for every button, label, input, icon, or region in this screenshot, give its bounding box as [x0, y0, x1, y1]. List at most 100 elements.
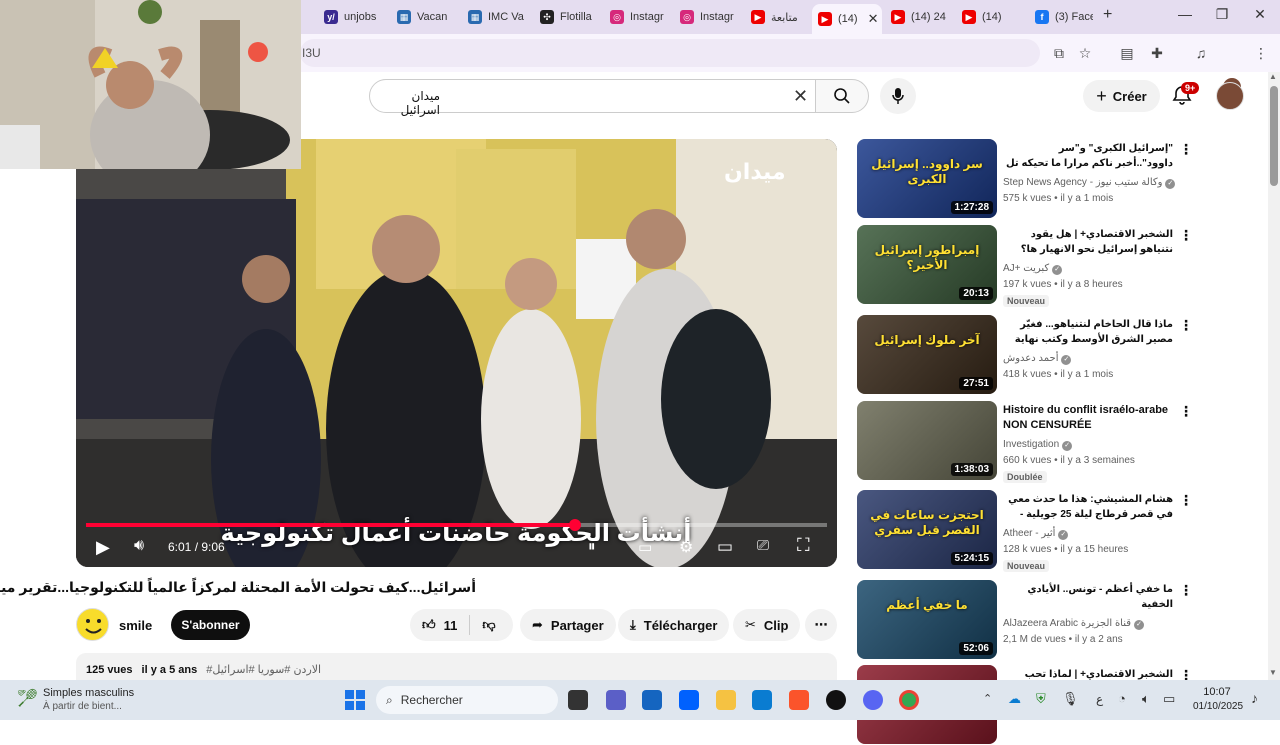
- address-bar[interactable]: I3U: [300, 39, 1040, 67]
- recommended-video[interactable]: ما خفي أعظم 52:06 ما خفي أعظم - تونس.. الأ…: [857, 580, 1217, 660]
- clip-button[interactable]: ✂ Clip: [733, 609, 801, 641]
- browser-tab[interactable]: ▶ متابعة: [745, 4, 809, 30]
- taskbar-search[interactable]: ⌕ Rechercher: [376, 686, 558, 714]
- file-explorer-icon[interactable]: [716, 690, 736, 710]
- close-window-button[interactable]: ✕: [1250, 6, 1270, 23]
- browser-tab[interactable]: ✣ Flotilla: [534, 4, 601, 30]
- create-button[interactable]: + Créer: [1083, 80, 1160, 112]
- volume-icon[interactable]: 🔊︎: [134, 537, 144, 555]
- install-app-icon[interactable]: ⧉: [1050, 44, 1068, 62]
- scroll-up-icon[interactable]: ▲: [1269, 72, 1277, 81]
- like-icon[interactable]: 👍︎: [422, 617, 436, 633]
- clear-search-icon[interactable]: ✕: [793, 86, 808, 107]
- task-view-icon[interactable]: [568, 690, 588, 710]
- clock-time[interactable]: 10:07: [1192, 686, 1242, 698]
- channel-avatar[interactable]: [76, 608, 109, 641]
- recommended-title[interactable]: Histoire du conflit israélo-arabe NON CE…: [1003, 403, 1173, 433]
- recommended-video[interactable]: إمبراطور إسرائيل الأخير؟ 20:13 الشخبر الاق…: [857, 225, 1217, 307]
- video-thumbnail[interactable]: ما خفي أعظم 52:06: [857, 580, 997, 659]
- video-thumbnail[interactable]: إمبراطور إسرائيل الأخير؟ 20:13: [857, 225, 997, 304]
- video-thumbnail[interactable]: احتجزت ساعات في القصر قبل سفري 5:24:15: [857, 490, 997, 569]
- fullscreen-icon[interactable]: ⛶: [797, 535, 810, 556]
- page-scrollbar[interactable]: ▲ ▼: [1268, 72, 1280, 680]
- tab-search-icon[interactable]: ▤: [1118, 44, 1136, 62]
- new-tab-button[interactable]: +: [1103, 6, 1112, 24]
- browser-menu-icon[interactable]: ⋮: [1252, 44, 1270, 62]
- recommended-title[interactable]: "إسرائيل الكبرى" و"سر داوود"..أخبر ناكم …: [1003, 141, 1173, 171]
- recommended-video[interactable]: آخر ملوك إسرائيل 27:51 ماذا قال الحاخام لن…: [857, 315, 1217, 395]
- recommended-title[interactable]: ماذا قال الحاخام لنتنياهو... فغيّر مصير …: [1003, 317, 1173, 347]
- tray-overflow-icon[interactable]: ⌃: [983, 692, 992, 705]
- more-vertical-icon[interactable]: ⋮: [1179, 141, 1193, 158]
- notification-center-icon[interactable]: ♪: [1251, 690, 1258, 706]
- recommended-title[interactable]: الشخبر الاقتصادي+ | هل يقود نتنياهو إسرا…: [1003, 227, 1173, 257]
- video-player[interactable]: ميدان أنشأت الحكومة حاضنات أعمال تكنولوج…: [76, 139, 837, 567]
- bookmark-star-icon[interactable]: ☆: [1076, 44, 1094, 62]
- video-thumbnail[interactable]: آخر ملوك إسرائيل 27:51: [857, 315, 997, 394]
- settings-gear-icon[interactable]: ⚙: [679, 537, 693, 557]
- recommended-video[interactable]: احتجزت ساعات في القصر قبل سفري 5:24:15 هشا…: [857, 490, 1217, 572]
- autoplay-toggle-icon[interactable]: ⏸: [588, 538, 596, 555]
- play-icon[interactable]: ▶: [96, 537, 110, 558]
- brave-icon[interactable]: [789, 690, 809, 710]
- theater-mode-icon[interactable]: ▭: [717, 537, 733, 557]
- progress-scrubber[interactable]: [569, 519, 582, 531]
- recommended-channel[interactable]: AJ+ كبريت ✓: [1003, 263, 1063, 275]
- wifi-icon[interactable]: ◔: [1118, 691, 1126, 706]
- recommended-channel[interactable]: AlJazeera Arabic قناة الجزيرة ✓: [1003, 618, 1145, 630]
- keyboard-language[interactable]: ع: [1096, 692, 1103, 706]
- battery-icon[interactable]: ▭: [1163, 691, 1175, 707]
- media-control-icon[interactable]: ♫: [1192, 44, 1210, 62]
- recommended-video[interactable]: 1:38:03 Histoire du conflit israélo-arabe…: [857, 401, 1217, 483]
- dislike-icon[interactable]: 👎︎: [482, 617, 495, 633]
- voice-search-button[interactable]: [880, 78, 916, 114]
- security-icon[interactable]: ⛨: [1036, 691, 1046, 707]
- subscribe-button[interactable]: S'abonner: [171, 610, 250, 640]
- recommended-channel[interactable]: Atheer - أثير ✓: [1003, 528, 1069, 540]
- video-thumbnail[interactable]: سر داوود.. إسرائيل الكبرى 1:27:28: [857, 139, 997, 218]
- progress-bar[interactable]: [86, 523, 827, 527]
- store-icon[interactable]: [642, 690, 662, 710]
- browser-tab[interactable]: ◎ Instagr: [674, 4, 741, 30]
- more-vertical-icon[interactable]: ⋮: [1179, 403, 1193, 420]
- recommended-video[interactable]: سر داوود.. إسرائيل الكبرى 1:27:28 "إسرائيل…: [857, 139, 1217, 219]
- teams-icon[interactable]: [606, 690, 626, 710]
- hashtags[interactable]: #الاردن #سوريا #اسرائيل: [206, 664, 321, 676]
- recommended-channel[interactable]: Step News Agency - وكالة ستيب نيوز ✓: [1003, 177, 1176, 189]
- share-button[interactable]: ➦ Partager: [520, 609, 616, 641]
- recommended-title[interactable]: ما خفي أعظم - تونس.. الأيادي الخفية: [1003, 582, 1173, 612]
- more-vertical-icon[interactable]: ⋮: [1179, 582, 1193, 599]
- github-icon[interactable]: [826, 690, 846, 710]
- search-button[interactable]: [815, 79, 869, 113]
- more-vertical-icon[interactable]: ⋮: [1179, 492, 1193, 509]
- subtitles-icon[interactable]: ▭: [638, 538, 652, 556]
- browser-tab[interactable]: ▶ (14): [956, 4, 1026, 30]
- video-thumbnail[interactable]: 1:38:03: [857, 401, 997, 480]
- windows-start-icon[interactable]: [344, 689, 366, 711]
- mic-tray-icon[interactable]: 🎙︎: [1062, 691, 1079, 707]
- maximize-button[interactable]: ❐: [1212, 6, 1232, 23]
- dropbox-icon[interactable]: [679, 690, 699, 710]
- scrollbar-thumb[interactable]: [1270, 86, 1278, 186]
- recommended-channel[interactable]: Investigation ✓: [1003, 439, 1073, 451]
- download-button[interactable]: ⤓ Télécharger: [618, 609, 730, 641]
- tab-close-icon[interactable]: ✕: [868, 11, 879, 27]
- chrome-icon[interactable]: [899, 690, 919, 710]
- recommended-title[interactable]: هشام المشيشي: هذا ما حدث معي في قصر قرطا…: [1003, 492, 1173, 522]
- browser-tab[interactable]: ▶ (14) 24: [885, 4, 953, 30]
- browser-tab[interactable]: ▦ IMC Va: [462, 4, 530, 30]
- browser-tab[interactable]: y/unjobs: [318, 4, 388, 30]
- more-vertical-icon[interactable]: ⋮: [1179, 317, 1193, 334]
- account-avatar[interactable]: [1216, 82, 1244, 110]
- clock-date[interactable]: 01/10/2025: [1190, 701, 1246, 712]
- cast-icon[interactable]: ⎚: [757, 537, 769, 554]
- search-input[interactable]: ميدان اسرائيل: [369, 79, 816, 117]
- recommended-channel[interactable]: أحمد دعدوش ✓: [1003, 353, 1072, 365]
- browser-tab[interactable]: ▶ (14) ✕: [812, 4, 882, 34]
- remote-desktop-icon[interactable]: [752, 690, 772, 710]
- more-actions-button[interactable]: ⋯: [805, 609, 837, 641]
- widget-title[interactable]: Simples masculins: [43, 687, 134, 699]
- onedrive-icon[interactable]: ☁: [1008, 691, 1021, 707]
- scroll-down-icon[interactable]: ▼: [1269, 668, 1277, 677]
- channel-name[interactable]: smile: [119, 618, 152, 633]
